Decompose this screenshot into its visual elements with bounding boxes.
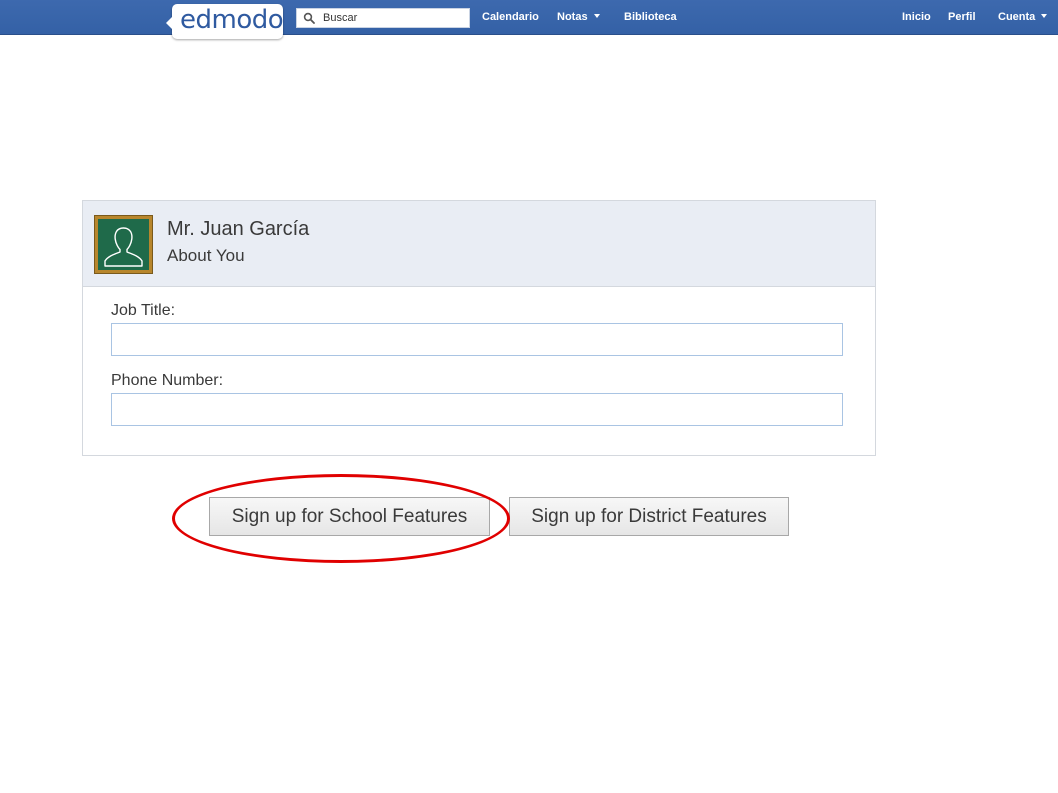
user-name: Mr. Juan García: [167, 218, 310, 240]
chevron-down-icon: [1041, 14, 1048, 18]
card-subtitle: About You: [167, 246, 245, 265]
job-title-input[interactable]: [111, 323, 843, 356]
search-box: [296, 8, 470, 28]
nav-home[interactable]: Inicio: [902, 10, 931, 24]
person-silhouette-icon: [98, 219, 149, 270]
nav-account-dropdown[interactable]: Cuenta: [998, 10, 1048, 24]
edmodo-logo[interactable]: edmodo: [166, 4, 284, 39]
nav-grades-label: Notas: [557, 11, 588, 23]
avatar: [94, 215, 153, 274]
search-input[interactable]: [323, 9, 465, 27]
search-icon: [303, 12, 315, 24]
top-navigation-bar: edmodo Calendario Notas Biblioteca Inici…: [0, 0, 1058, 39]
about-you-card: Mr. Juan García About You Job Title: Pho…: [82, 200, 876, 456]
phone-number-label: Phone Number:: [111, 372, 224, 389]
job-title-label: Job Title:: [111, 302, 176, 319]
card-header: Mr. Juan García About You: [83, 201, 875, 287]
nav-grades-dropdown[interactable]: Notas: [557, 10, 600, 24]
nav-profile[interactable]: Perfil: [948, 10, 976, 24]
school-features-button[interactable]: Sign up for School Features: [209, 497, 490, 536]
nav-library[interactable]: Biblioteca: [624, 10, 677, 24]
chevron-down-icon: [593, 14, 600, 18]
nav-calendar[interactable]: Calendario: [482, 10, 539, 24]
district-features-button[interactable]: Sign up for District Features: [509, 497, 789, 536]
logo-text: edmodo: [180, 5, 284, 35]
phone-number-input[interactable]: [111, 393, 843, 426]
nav-account-label: Cuenta: [998, 11, 1036, 23]
